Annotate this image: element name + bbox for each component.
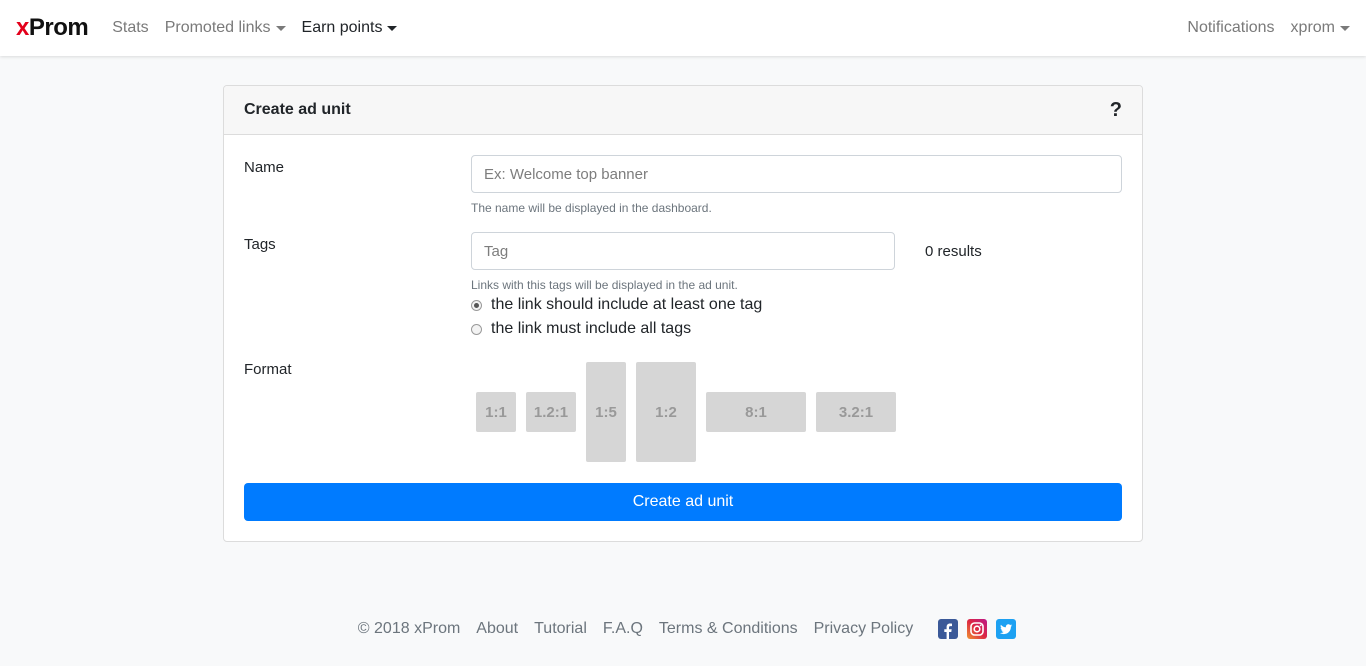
brand-logo[interactable]: xProm <box>16 16 89 40</box>
create-ad-unit-card: Create ad unit ? Name The name will be d… <box>223 85 1143 542</box>
radio-checked-icon[interactable] <box>471 299 482 311</box>
radio-all-tags[interactable]: the link must include all tags <box>471 320 691 338</box>
footer: © 2018 xProm About Tutorial F.A.Q Terms … <box>0 619 1366 639</box>
twitter-icon[interactable] <box>996 619 1017 639</box>
tags-label: Tags <box>244 236 276 253</box>
footer-link-faq[interactable]: F.A.Q <box>603 620 643 638</box>
tags-help-text: Links with this tags will be displayed i… <box>471 278 738 292</box>
format-1-2[interactable]: 1:2 <box>636 362 696 462</box>
format-1.2-1[interactable]: 1.2:1 <box>526 392 576 432</box>
caret-down-icon <box>387 26 398 31</box>
nav-right: Notifications xprom <box>1171 19 1350 37</box>
radio-all-tags-label: the link must include all tags <box>491 320 692 337</box>
tags-input[interactable] <box>471 232 895 270</box>
format-3.2-1[interactable]: 3.2:1 <box>816 392 896 432</box>
footer-link-privacy[interactable]: Privacy Policy <box>814 620 914 638</box>
radio-any-tag[interactable]: the link should include at least one tag <box>471 296 762 314</box>
facebook-icon[interactable] <box>938 619 959 639</box>
name-help-text: The name will be displayed in the dashbo… <box>471 201 712 215</box>
format-1-5[interactable]: 1:5 <box>586 362 626 462</box>
format-label: Format <box>244 361 292 378</box>
navbar: xProm Stats Promoted links Earn points N… <box>0 0 1366 56</box>
footer-copyright: © 2018 xProm <box>357 620 461 637</box>
caret-down-icon <box>1340 26 1350 31</box>
help-icon[interactable]: ? <box>1110 99 1122 122</box>
user-menu-dropdown[interactable]: xprom <box>1291 19 1350 37</box>
name-label: Name <box>244 159 285 176</box>
caret-down-icon <box>275 26 286 31</box>
radio-any-tag-label: the link should include at least one tag <box>491 296 763 313</box>
nav-left: Stats Promoted links Earn points <box>112 19 413 37</box>
nav-stats[interactable]: Stats <box>112 19 148 37</box>
tags-results-count: 0 results <box>925 243 982 260</box>
footer-link-about[interactable]: About <box>476 620 518 638</box>
nav-notifications[interactable]: Notifications <box>1187 19 1274 37</box>
footer-link-terms[interactable]: Terms & Conditions <box>659 620 798 638</box>
nav-promoted-links-dropdown[interactable]: Promoted links <box>165 19 286 37</box>
instagram-icon[interactable] <box>967 619 988 639</box>
nav-earn-points-dropdown[interactable]: Earn points <box>302 19 398 37</box>
card-header: Create ad unit ? <box>224 86 1142 135</box>
create-ad-unit-button[interactable]: Create ad unit <box>244 483 1122 521</box>
footer-link-tutorial[interactable]: Tutorial <box>534 620 587 638</box>
format-8-1[interactable]: 8:1 <box>706 392 806 432</box>
card-title: Create ad unit <box>244 101 351 118</box>
name-input[interactable] <box>471 155 1122 193</box>
radio-unchecked-icon[interactable] <box>471 323 482 335</box>
social-links <box>929 619 1017 639</box>
format-1-1[interactable]: 1:1 <box>476 392 516 432</box>
